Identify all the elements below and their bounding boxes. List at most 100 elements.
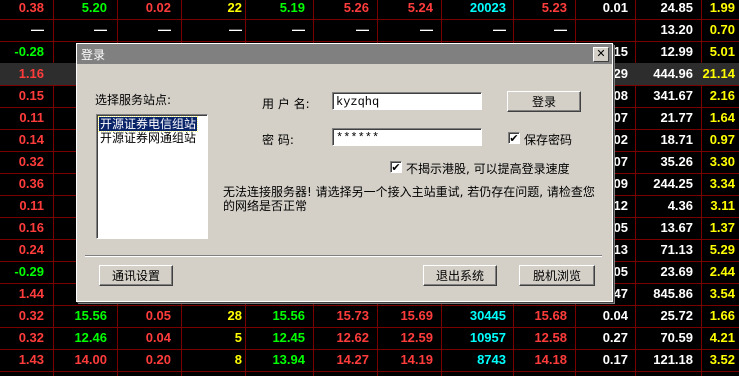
table-cell: 0.11 [19,110,44,125]
hk-option-label: 不揭示港股, 可以提高登录速度 [406,162,570,176]
table-cell: 15.56 [74,308,107,323]
table-cell: 0.32 [18,308,44,323]
table-cell: 0.04 [602,308,628,323]
table-cell: 18.71 [660,132,693,147]
table-cell: 13.94 [272,352,305,367]
table-cell: -0.29 [14,264,44,279]
table-cell: 0.14 [18,132,44,147]
table-cell: 13.20 [660,22,693,37]
table-cell: 13.67 [660,220,693,235]
table-cell: 1.66 [709,308,735,323]
table-cell: 3.52 [709,352,735,367]
password-input[interactable]: ****** [332,128,482,146]
table-cell: 23.69 [660,264,693,279]
site-item-telecom[interactable]: 开源证券电信组站 [97,116,199,132]
table-cell: 12.46 [74,330,107,345]
table-cell: 12.62 [336,330,369,345]
dialog-titlebar[interactable]: 登录 ✕ [77,44,612,64]
table-cell: 71.13 [660,242,693,257]
table-cell: — [31,22,44,37]
table-cell: 4.21 [709,330,735,345]
table-cell: — [292,22,305,37]
table-cell: 15.73 [336,308,369,323]
table-cell: — [493,22,506,37]
table-cell: 8743 [477,352,506,367]
server-site-list[interactable]: 开源证券电信组站 开源证券网通组站 [96,114,208,239]
table-cell: 444.96 [653,66,693,81]
table-cell: -0.28 [14,44,44,59]
table-cell: 10957 [469,330,506,345]
table-cell: 0.70 [709,22,735,37]
table-cell: 15.68 [534,308,567,323]
table-cell: 15.69 [400,308,433,323]
table-cell: 12.58 [534,330,567,345]
table-cell: 341.67 [653,88,693,103]
table-cell: — [94,22,107,37]
table-cell: 0.27 [602,330,628,345]
table-cell: 0.36 [18,176,44,191]
table-cell: 0.24 [18,242,44,257]
table-cell: — [158,22,171,37]
table-cell: 35.26 [660,154,693,169]
table-cell: 5.29 [709,242,735,257]
hk-option-checkbox[interactable]: ✔ [390,161,402,174]
table-row[interactable]: 0.38 5.20 0.02 22 5.19 5.26 5.24 20023 5.23 0.01 2… [0,0,739,20]
offline-browse-button[interactable]: 脱机浏览 [519,265,595,286]
site-item-netcom[interactable]: 开源证券网通组站 [99,131,197,145]
table-cell: 0.16 [18,220,44,235]
table-cell: 4.36 [667,198,693,213]
dialog-title: 登录 [81,48,106,62]
table-cell: 28 [227,308,242,323]
site-list-label: 选择服务站点: [95,93,172,107]
table-cell: 30445 [469,308,506,323]
exit-button[interactable]: 退出系统 [423,265,497,286]
table-cell: 1.16 [18,66,44,81]
table-cell: 21.14 [702,66,735,81]
table-row[interactable]: — — — — — — — — — 13.20 0.70 [0,19,739,42]
comm-settings-button[interactable]: 通讯设置 [99,265,173,286]
table-row[interactable]: 0.32 15.56 0.05 28 15.56 15.73 15.69 30445 15.68… [0,305,739,328]
table-cell: 1.64 [709,110,735,125]
table-cell: 14.18 [534,352,567,367]
table-cell: 5 [234,330,242,345]
table-row[interactable]: 0.32 12.46 0.04 5 12.45 12.62 12.59 10957 12.58 0… [0,327,739,350]
username-input[interactable]: kyzqhq [332,92,482,110]
table-cell: — [554,22,567,37]
table-cell: 24.85 [660,0,693,15]
table-cell: 3.54 [709,286,735,301]
table-cell: 20023 [469,0,506,15]
login-dialog: 登录 ✕ 选择服务站点: 开源证券电信组站 开源证券网通组站 用 户 名: ky… [76,43,613,302]
table-cell: 25.72 [660,308,693,323]
table-cell: 244.25 [653,176,693,191]
table-cell: 121.18 [653,352,693,367]
table-cell: 1.44 [18,286,44,301]
table-cell: 0.32 [18,154,44,169]
table-cell: 12.59 [400,330,433,345]
table-cell: 845.86 [653,286,693,301]
table-cell: 3.30 [709,154,735,169]
table-cell: 14.00 [74,352,107,367]
table-row[interactable]: 1.43 14.00 0.20 8 13.94 14.27 14.19 8743 14.18 0.… [0,349,739,372]
table-cell: 22 [227,0,242,15]
table-cell: 1.37 [709,220,735,235]
close-button[interactable]: ✕ [593,47,609,62]
table-cell: 15.56 [272,308,305,323]
table-cell: 12.99 [660,44,693,59]
table-cell: 21.77 [660,110,693,125]
table-cell: 12.45 [272,330,305,345]
login-button[interactable]: 登录 [507,91,581,112]
table-cell: 0.17 [602,352,628,367]
table-cell: 0.02 [145,0,171,15]
password-label: 密 码: [262,133,294,147]
table-cell: 5.24 [407,0,433,15]
table-cell: 2.44 [709,264,735,279]
username-label: 用 户 名: [262,97,310,111]
save-password-checkbox[interactable]: ✔ [508,132,520,145]
table-cell: 2.16 [709,88,735,103]
table-cell: 0.38 [18,0,44,15]
table-cell: 3.11 [710,198,735,213]
table-cell: 0.05 [145,308,171,323]
error-message: 无法连接服务器! 请选择另一个接入主站重试, 若仍存在问题, 请检查您的网络是否… [223,185,595,213]
table-cell: 3.34 [709,176,735,191]
table-cell: 1.99 [709,0,735,15]
